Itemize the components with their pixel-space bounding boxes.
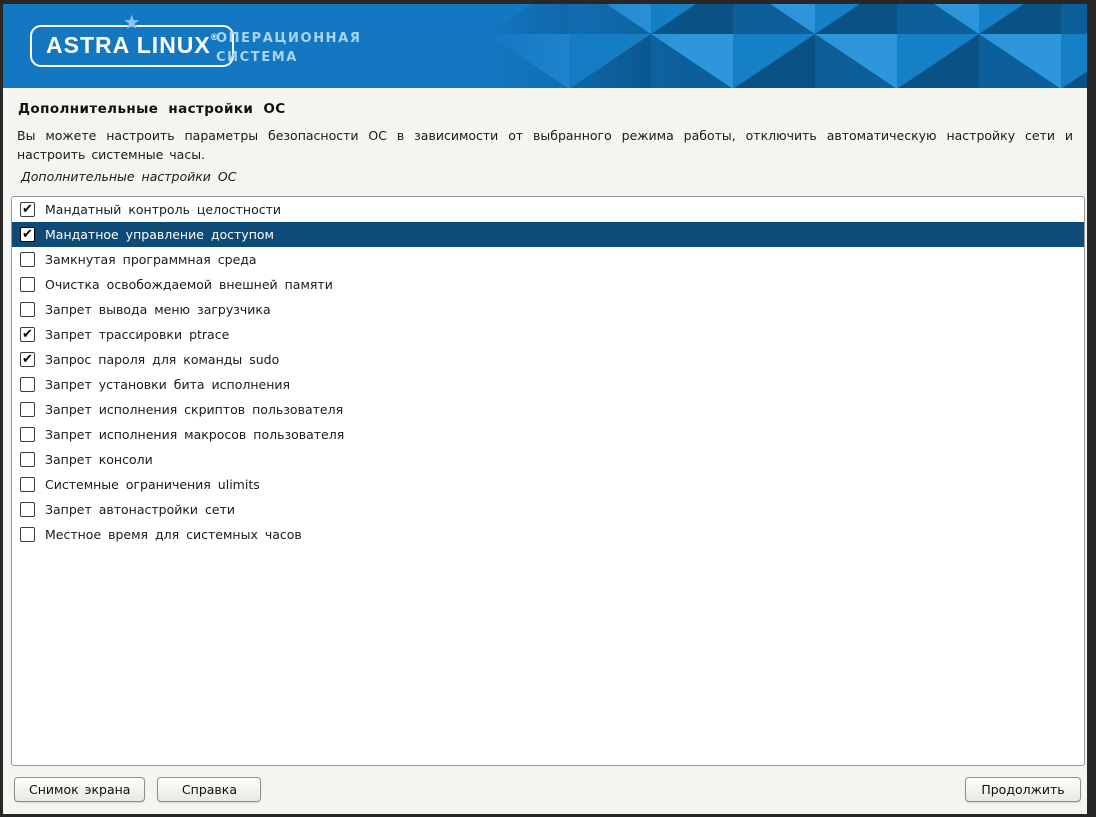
content-area: Дополнительные настройки ОС Вы можете на…	[3, 101, 1087, 184]
list-item[interactable]: Местное время для системных часов	[12, 522, 1084, 547]
checkbox-unchecked[interactable]	[20, 252, 35, 267]
page-description: Вы можете настроить параметры безопаснос…	[17, 126, 1073, 164]
screenshot-button[interactable]: Снимок экрана	[14, 777, 145, 802]
option-label: Местное время для системных часов	[45, 527, 302, 542]
checkbox-unchecked[interactable]	[20, 527, 35, 542]
header-subtitle-line1: ОПЕРАЦИОННАЯ	[216, 30, 361, 49]
option-label: Мандатное управление доступом	[45, 227, 274, 242]
checkbox-unchecked[interactable]	[20, 302, 35, 317]
list-item[interactable]: Запрет исполнения скриптов пользователя	[12, 397, 1084, 422]
option-label: Запрет исполнения скриптов пользователя	[45, 402, 343, 417]
header-pattern-fade	[487, 4, 1087, 88]
list-caption: Дополнительные настройки ОС	[21, 169, 1073, 184]
star-icon: ★	[124, 14, 140, 31]
option-label: Запрет установки бита исполнения	[45, 377, 290, 392]
checkbox-unchecked[interactable]	[20, 427, 35, 442]
option-label: Запрос пароля для команды sudo	[45, 352, 279, 367]
list-item[interactable]: Запрет автонастройки сети	[12, 497, 1084, 522]
header-banner: ★ ASTRA LINUX® ОПЕРАЦИОННАЯ СИСТЕМА	[3, 4, 1087, 88]
option-label: Очистка освобождаемой внешней памяти	[45, 277, 333, 292]
list-item[interactable]: ✔ Запрос пароля для команды sudo	[12, 347, 1084, 372]
list-item[interactable]: Запрет вывода меню загрузчика	[12, 297, 1084, 322]
checkbox-checked[interactable]: ✔	[20, 327, 35, 342]
checkbox-unchecked[interactable]	[20, 502, 35, 517]
header-subtitle-line2: СИСТЕМА	[216, 49, 361, 68]
option-label: Запрет исполнения макросов пользователя	[45, 427, 344, 442]
checkbox-unchecked[interactable]	[20, 477, 35, 492]
option-label: Мандатный контроль целостности	[45, 202, 281, 217]
checkbox-unchecked[interactable]	[20, 377, 35, 392]
help-button[interactable]: Справка	[157, 777, 261, 802]
page-title: Дополнительные настройки ОС	[18, 101, 1073, 117]
logo-text: ASTRA LINUX	[46, 32, 211, 58]
header-subtitle: ОПЕРАЦИОННАЯ СИСТЕМА	[216, 30, 361, 68]
option-label: Запрет консоли	[45, 452, 153, 467]
list-item[interactable]: Системные ограничения ulimits	[12, 472, 1084, 497]
option-label: Системные ограничения ulimits	[45, 477, 260, 492]
list-item[interactable]: Запрет установки бита исполнения	[12, 372, 1084, 397]
checkbox-unchecked[interactable]	[20, 452, 35, 467]
checkbox-checked[interactable]: ✔	[20, 352, 35, 367]
list-item[interactable]: Запрет консоли	[12, 447, 1084, 472]
checkbox-unchecked[interactable]	[20, 277, 35, 292]
astra-linux-logo: ★ ASTRA LINUX®	[30, 25, 234, 67]
option-label: Замкнутая программная среда	[45, 252, 257, 267]
list-item[interactable]: Замкнутая программная среда	[12, 247, 1084, 272]
checkbox-checked[interactable]: ✔	[20, 202, 35, 217]
checkbox-checked[interactable]: ✔	[20, 227, 35, 242]
list-item[interactable]: ✔ Мандатное управление доступом	[12, 222, 1084, 247]
list-item[interactable]: Запрет исполнения макросов пользователя	[12, 422, 1084, 447]
list-item[interactable]: Очистка освобождаемой внешней памяти	[12, 272, 1084, 297]
checkbox-unchecked[interactable]	[20, 402, 35, 417]
options-list[interactable]: ✔ Мандатный контроль целостности ✔ Мандатно…	[11, 196, 1085, 766]
option-label: Запрет автонастройки сети	[45, 502, 235, 517]
footer-bar: Снимок экрана Справка Продолжить	[14, 777, 1081, 802]
option-label: Запрет трассировки ptrace	[45, 327, 229, 342]
continue-button[interactable]: Продолжить	[965, 777, 1081, 802]
list-item[interactable]: ✔ Запрет трассировки ptrace	[12, 322, 1084, 347]
list-item[interactable]: ✔ Мандатный контроль целостности	[12, 197, 1084, 222]
option-label: Запрет вывода меню загрузчика	[45, 302, 271, 317]
installer-window: ★ ASTRA LINUX® ОПЕРАЦИОННАЯ СИСТЕМА Допо…	[0, 0, 1096, 817]
